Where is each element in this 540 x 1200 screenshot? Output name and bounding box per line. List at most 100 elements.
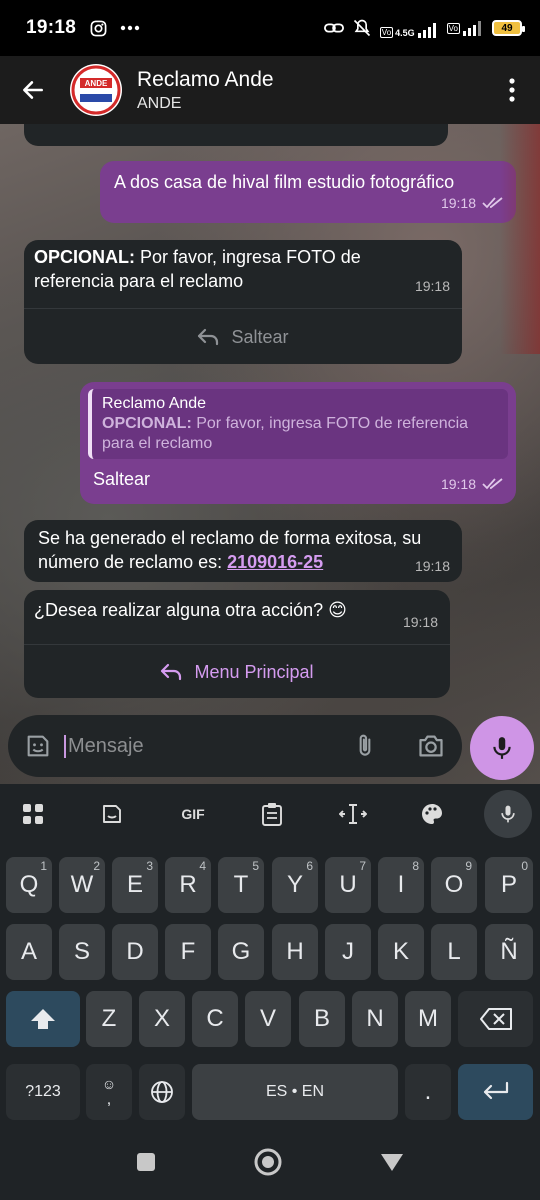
status-bar: 19:18 Vo 4.5G Vo 49	[0, 0, 540, 56]
chat-area[interactable]: A dos casa de hival film estudio fotográ…	[0, 124, 540, 784]
camera-icon	[419, 735, 443, 757]
back-button[interactable]	[0, 56, 66, 124]
key-r[interactable]: R4	[165, 857, 211, 913]
chat-title[interactable]: Reclamo Ande	[137, 68, 274, 92]
key-f[interactable]: F	[165, 924, 211, 980]
main-menu-button-label: Menu Principal	[194, 661, 314, 682]
avatar[interactable]: ANDE	[70, 64, 122, 116]
apps-button[interactable]	[0, 784, 66, 844]
key-t[interactable]: T5	[218, 857, 264, 913]
sticker-tool-button[interactable]	[66, 784, 158, 844]
shift-key[interactable]	[6, 991, 80, 1047]
recents-button[interactable]	[135, 1151, 157, 1178]
message-composer: Mensaje	[0, 714, 540, 784]
mic-icon	[501, 805, 515, 823]
key-e[interactable]: E3	[112, 857, 158, 913]
key-p[interactable]: P0	[485, 857, 533, 913]
key-s[interactable]: S	[59, 924, 105, 980]
sticker-button[interactable]	[24, 732, 52, 760]
quoted-message[interactable]: Reclamo Ande OPCIONAL: Por favor, ingres…	[88, 389, 508, 459]
message-incoming[interactable]: OPCIONAL: Por favor, ingresa FOTO de ref…	[24, 240, 462, 364]
voice-typing-button[interactable]	[484, 790, 532, 838]
message-incoming[interactable]: Se ha generado el reclamo de forma exito…	[24, 520, 462, 582]
key-enye[interactable]: Ñ	[485, 924, 533, 980]
mute-icon	[352, 18, 372, 38]
key-x[interactable]: X	[139, 991, 185, 1047]
attach-button[interactable]	[352, 732, 378, 760]
message-bold: OPCIONAL:	[34, 247, 135, 267]
key-a[interactable]: A	[6, 924, 52, 980]
backspace-key[interactable]	[458, 991, 533, 1047]
claim-number-link[interactable]: 2109016-25	[227, 552, 323, 572]
voice-record-button[interactable]	[470, 716, 534, 780]
message-bubble-clipped	[24, 124, 448, 146]
skip-button[interactable]: Saltear	[24, 308, 462, 364]
more-options-button[interactable]	[484, 56, 540, 124]
message-time: 19:18	[402, 614, 438, 630]
key-z[interactable]: Z	[86, 991, 132, 1047]
reply-icon	[161, 663, 182, 680]
message-input[interactable]: Mensaje	[8, 715, 462, 777]
gif-label: GIF	[181, 806, 205, 822]
chat-header: ANDE Reclamo Ande ANDE	[0, 56, 540, 124]
home-circle-icon	[254, 1148, 282, 1175]
skip-button-label: Saltear	[231, 326, 289, 347]
theme-button[interactable]	[390, 784, 474, 844]
key-b[interactable]: B	[299, 991, 345, 1047]
clipboard-button[interactable]	[228, 784, 316, 844]
key-v[interactable]: V	[245, 991, 291, 1047]
message-outgoing[interactable]: A dos casa de hival film estudio fotográ…	[100, 161, 516, 223]
cursor-control-button[interactable]	[316, 784, 390, 844]
chat-subtitle: ANDE	[137, 94, 182, 112]
shift-icon	[31, 1009, 55, 1029]
instagram-icon	[88, 18, 108, 38]
key-n[interactable]: N	[352, 991, 398, 1047]
period-key[interactable]: .	[405, 1064, 451, 1120]
grid-icon	[23, 804, 43, 824]
double-check-icon	[482, 197, 503, 209]
key-j[interactable]: J	[325, 924, 371, 980]
key-d[interactable]: D	[112, 924, 158, 980]
text-cursor-icon	[339, 804, 367, 824]
space-key[interactable]: ES • EN	[192, 1064, 398, 1120]
key-q[interactable]: Q1	[6, 857, 52, 913]
symbols-key[interactable]: ?123	[6, 1064, 80, 1120]
key-i[interactable]: I8	[378, 857, 424, 913]
message-time: 19:18	[414, 278, 450, 294]
message-outgoing-reply[interactable]: Reclamo Ande OPCIONAL: Por favor, ingres…	[80, 382, 516, 504]
message-text: ¿Desea realizar alguna otra acción? 😊	[34, 600, 347, 620]
key-k[interactable]: K	[378, 924, 424, 980]
message-incoming[interactable]: ¿Desea realizar alguna otra acción? 😊 19…	[24, 590, 450, 698]
enter-key[interactable]	[458, 1064, 533, 1120]
mic-icon	[493, 737, 511, 759]
system-nav-bar	[0, 1128, 540, 1200]
key-y[interactable]: Y6	[272, 857, 318, 913]
main-menu-button[interactable]: Menu Principal	[24, 644, 450, 698]
key-h[interactable]: H	[272, 924, 318, 980]
key-u[interactable]: U7	[325, 857, 371, 913]
signal-icon: Vo 4.5G	[379, 18, 439, 38]
back-nav-button[interactable]	[379, 1151, 405, 1178]
language-key[interactable]	[139, 1064, 185, 1120]
key-l[interactable]: L	[431, 924, 477, 980]
key-g[interactable]: G	[218, 924, 264, 980]
message-text: A dos casa de hival film estudio fotográ…	[114, 172, 455, 192]
emoji-comma-key[interactable]: ☺ ,	[86, 1064, 132, 1120]
gif-button[interactable]: GIF	[158, 784, 228, 844]
sticker-icon	[27, 735, 49, 757]
home-button[interactable]	[253, 1147, 283, 1182]
keyboard: GIF Q1 W2 E3 R4 T5 Y6 U7 I8 O9 P0 A S D …	[0, 784, 540, 1128]
key-o[interactable]: O9	[431, 857, 477, 913]
key-w[interactable]: W2	[59, 857, 105, 913]
link-icon	[323, 18, 344, 38]
key-m[interactable]: M	[405, 991, 451, 1047]
enter-icon	[483, 1081, 508, 1100]
key-c[interactable]: C	[192, 991, 238, 1047]
more-notifications-icon	[120, 18, 140, 38]
double-check-icon	[482, 478, 503, 490]
globe-icon	[151, 1081, 173, 1103]
camera-button[interactable]	[416, 732, 446, 760]
quoted-bold: OPCIONAL:	[102, 415, 192, 432]
sticker-icon	[103, 805, 121, 823]
paperclip-icon	[359, 734, 371, 756]
